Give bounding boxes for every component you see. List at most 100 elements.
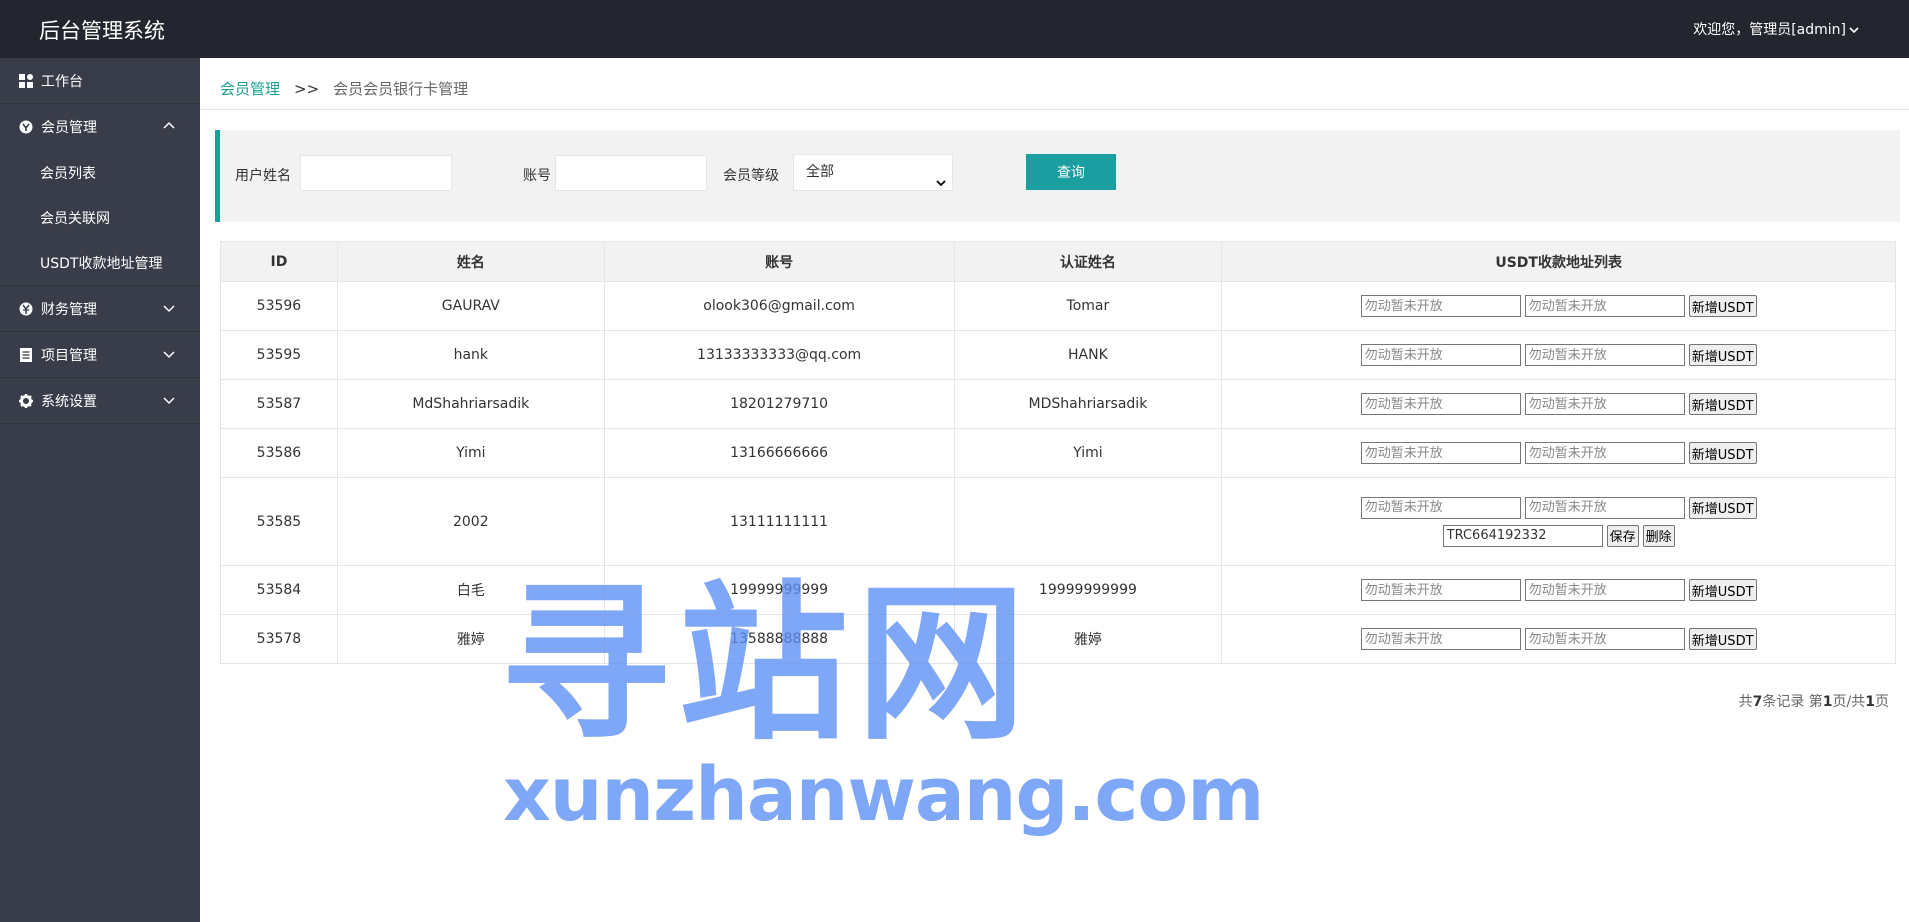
usdt-type-input[interactable] [1360, 344, 1521, 366]
cell-name: MdShahriarsadik [336, 379, 605, 429]
usdt-type-input[interactable] [1360, 295, 1521, 317]
add-usdt-button[interactable]: 新增USDT [1688, 344, 1757, 366]
usdt-type-input[interactable] [1360, 442, 1521, 464]
level-select[interactable]: 全部 [793, 154, 953, 191]
cell-name: 白毛 [336, 565, 605, 615]
usdt-address-input[interactable] [1524, 628, 1685, 650]
cell-id: 53596 [220, 281, 338, 331]
sidebar-item-settings[interactable]: 系统设置 [0, 378, 200, 424]
cell-id: 53585 [220, 477, 338, 566]
usdt-address-input[interactable] [1524, 442, 1685, 464]
usdt-type-input[interactable] [1360, 393, 1521, 415]
sidebar-item-usdt-address[interactable]: USDT收款地址管理 [0, 240, 200, 285]
app-title: 后台管理系统 [39, 19, 165, 43]
usdt-address-input[interactable] [1524, 579, 1685, 601]
table-row: 53595hank13133333333@qq.comHANK 新增USDT [220, 330, 1896, 380]
header-account: 账号 [603, 241, 955, 282]
cell-real-name: HANK [953, 330, 1223, 380]
breadcrumb-separator: >> [294, 80, 320, 98]
cell-name: hank [336, 330, 605, 380]
sidebar-item-member-management[interactable]: 会员管理 [0, 104, 200, 150]
usdt-address-input[interactable] [1524, 295, 1685, 317]
chevron-down-icon [162, 347, 176, 361]
delete-button[interactable]: 删除 [1642, 524, 1675, 547]
breadcrumb-member-management[interactable]: 会员管理 [220, 80, 280, 98]
cell-account: 13133333333@qq.com [603, 330, 955, 380]
sidebar-item-label: 工作台 [41, 73, 83, 90]
cell-usdt-list: 新增USDT [1221, 330, 1896, 380]
sidebar-group-member: 会员管理 会员列表 会员关联网 USDT收款地址管理 [0, 104, 200, 286]
usdt-address-input[interactable] [1524, 393, 1685, 415]
cell-account: 13111111111 [603, 477, 955, 566]
cell-name: GAURAV [336, 281, 605, 331]
add-usdt-button[interactable]: 新增USDT [1688, 442, 1757, 464]
cell-usdt-list: 新增USDT [1221, 379, 1896, 429]
account-label: 账号 [523, 168, 551, 184]
table-row: 53596GAURAVolook306@gmail.comTomar 新增USDT [220, 281, 1896, 331]
usdt-input-row: 新增USDT [1222, 393, 1895, 415]
level-label: 会员等级 [723, 168, 779, 184]
cell-real-name: Tomar [953, 281, 1223, 331]
add-usdt-button[interactable]: 新增USDT [1688, 496, 1757, 519]
chevron-down-icon [936, 167, 946, 187]
table-row: 53578雅婷13588888888雅婷新增USDT [220, 614, 1896, 664]
cell-account: 18201279710 [603, 379, 955, 429]
username-label: 用户姓名 [235, 168, 291, 184]
main-content: 会员管理 >> 会员会员银行卡管理 用户姓名 账号 会员等级 全部 查询 ID 姓名… [200, 58, 1909, 922]
cell-usdt-list: 新增USDT [1221, 565, 1896, 615]
usdt-address-input[interactable] [1524, 496, 1685, 519]
pager-prefix: 共 [1738, 694, 1753, 710]
cell-id: 53587 [220, 379, 338, 429]
user-menu[interactable]: 欢迎您，管理员[admin] [1693, 19, 1859, 39]
header-usdt-list: USDT收款地址列表 [1221, 241, 1896, 282]
account-input[interactable] [555, 155, 707, 191]
cell-usdt-list: 新增USDT [1221, 614, 1896, 664]
cell-real-name: Yimi [953, 428, 1223, 478]
cell-real-name: 雅婷 [953, 614, 1223, 664]
sidebar-item-finance[interactable]: 财务管理 [0, 286, 200, 332]
sidebar-item-project[interactable]: 项目管理 [0, 332, 200, 378]
chevron-down-icon [1849, 23, 1859, 37]
table-header-row: ID 姓名 账号 认证姓名 USDT收款地址列表 [220, 241, 1896, 282]
table-body: 53596GAURAVolook306@gmail.comTomar 新增USDT… [220, 281, 1896, 664]
add-usdt-button[interactable]: 新增USDT [1688, 295, 1757, 317]
add-usdt-button[interactable]: 新增USDT [1688, 393, 1757, 415]
gear-icon [18, 393, 33, 408]
cell-account: 13166666666 [603, 428, 955, 478]
cell-real-name [953, 477, 1223, 566]
pagination-info: 共7条记录 第1页/共1页 [1739, 691, 1889, 711]
usdt-type-input[interactable] [1360, 579, 1521, 601]
sidebar-item-member-list[interactable]: 会员列表 [0, 150, 200, 195]
cell-usdt-list: 新增USDT 保存删除 [1221, 477, 1896, 566]
project-icon [18, 347, 33, 362]
cell-id: 53586 [220, 428, 338, 478]
divider [200, 109, 1909, 110]
pager-page: 1 [1822, 694, 1833, 710]
saved-usdt-address-input[interactable] [1442, 524, 1603, 547]
header-name: 姓名 [336, 241, 605, 282]
add-usdt-button[interactable]: 新增USDT [1688, 579, 1757, 601]
header-real-name: 认证姓名 [953, 241, 1223, 282]
sidebar-item-label: 财务管理 [41, 301, 97, 318]
save-button[interactable]: 保存 [1606, 524, 1639, 547]
pager-middle: 页/共 [1832, 694, 1866, 710]
member-icon [18, 120, 33, 135]
usdt-input-row: 新增USDT [1222, 579, 1895, 601]
username-input[interactable] [300, 155, 452, 191]
sidebar-item-member-network[interactable]: 会员关联网 [0, 195, 200, 240]
usdt-input-row: 新增USDT [1222, 628, 1895, 650]
usdt-type-input[interactable] [1360, 496, 1521, 519]
chevron-down-icon [162, 301, 176, 315]
pager-pages: 1 [1865, 694, 1875, 710]
cell-name: Yimi [336, 428, 605, 478]
cell-usdt-list: 新增USDT [1221, 428, 1896, 478]
sidebar-item-workbench[interactable]: 工作台 [0, 58, 200, 104]
usdt-type-input[interactable] [1360, 628, 1521, 650]
cell-real-name: 19999999999 [953, 565, 1223, 615]
cell-id: 53595 [220, 330, 338, 380]
sidebar-item-label: 会员管理 [41, 120, 97, 136]
query-button[interactable]: 查询 [1026, 154, 1116, 190]
add-usdt-button[interactable]: 新增USDT [1688, 628, 1757, 650]
cell-name: 雅婷 [336, 614, 605, 664]
usdt-address-input[interactable] [1524, 344, 1685, 366]
